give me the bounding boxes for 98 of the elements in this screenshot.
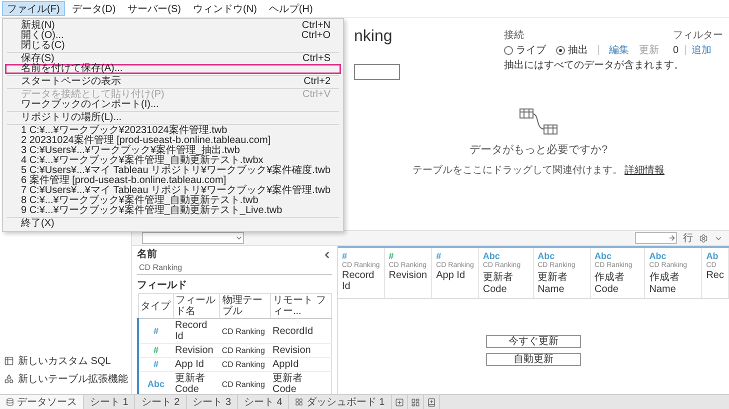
menu-item[interactable]: 4 C:¥...¥ワークブック¥案件管理_自動更新テスト.twbx (5, 156, 341, 166)
name-field[interactable]: CD Ranking (137, 262, 332, 275)
type-icon: # (388, 251, 428, 261)
menu-bar-item[interactable]: ウィンドウ(N) (188, 1, 262, 16)
connection-label: 接続 (504, 28, 525, 42)
fields-label: フィールド (137, 280, 188, 291)
menu-item[interactable]: 開く(O)... Ctrl+O (5, 31, 341, 41)
collapse-icon[interactable] (322, 250, 332, 260)
type-icon: # (436, 251, 474, 261)
table-cell: CD Ranking (220, 358, 270, 372)
rows-label: 行 (683, 232, 693, 245)
column-header[interactable]: タイプ (138, 294, 173, 318)
menu-item[interactable]: 閉じる(C) (5, 41, 341, 51)
column-header[interactable]: フィールド名 (173, 294, 220, 318)
canvas-heading: データがもっと必要ですか? (469, 142, 608, 157)
menu-item[interactable]: 保存(S) Ctrl+S (5, 54, 341, 64)
menu-bar-item[interactable]: ファイル(F) (2, 1, 65, 16)
column-header[interactable]: リモート フィー... (270, 294, 332, 318)
table-cell: CD Ranking (220, 344, 270, 358)
type-icon: Abc (482, 251, 529, 261)
menu-item[interactable]: 2 20231024案件管理 [prod-useast-b.online.tableau.com] (5, 136, 341, 146)
details-link[interactable]: 詳細情報 (624, 163, 664, 177)
datasource-title: nking (354, 28, 394, 46)
column-name: 更新者 Name (538, 270, 569, 295)
type-icon: Abc (649, 251, 698, 261)
menu-item[interactable]: 3 C:¥Users¥...¥ワークブック¥案件管理_抽出.twb (5, 146, 341, 156)
type-icon: Abc (594, 251, 640, 261)
filter-label: フィルター (673, 29, 723, 42)
type-icon: # (153, 359, 158, 369)
menu-bar-item[interactable]: データ(D) (66, 1, 121, 16)
radio-option[interactable]: 抽出 (556, 43, 588, 57)
menu-bar-item[interactable]: ヘルプ(H) (264, 1, 318, 16)
table-icon (4, 356, 14, 366)
table-cell: Revision (173, 344, 220, 358)
shortcut-text: Ctrl+S (302, 54, 331, 64)
table-cell: AppId (270, 358, 332, 372)
name-label: 名前 (137, 249, 157, 260)
shortcut-text: Ctrl+N (302, 21, 331, 31)
table-cell: CD Ranking (220, 318, 270, 344)
menu-item[interactable]: 終了(X) (5, 219, 341, 229)
type-icon: # (342, 251, 380, 261)
refresh-button[interactable]: 自動更新 (486, 353, 581, 366)
action-link[interactable]: 編集 (609, 43, 629, 57)
radio-icon[interactable] (556, 46, 565, 54)
shortcut-text: Ctrl+V (302, 90, 331, 100)
column-name: Record Id (342, 270, 376, 292)
type-icon: # (153, 345, 158, 355)
menu-bar-item[interactable]: サーバー(S) (122, 1, 186, 16)
column-name: Revision (388, 270, 428, 281)
filter-count: 0 (673, 44, 679, 56)
column-name: 作成者 Name (649, 270, 680, 295)
canvas-hint: テーブルをここにドラッグして関連付けます。 (412, 164, 622, 177)
dashboard-plus-icon (410, 398, 420, 406)
type-icon: Abc (538, 251, 586, 261)
column-name: App Id (436, 270, 466, 281)
sheet-tab[interactable]: データソース (0, 395, 84, 409)
menu-item[interactable]: 8 C:¥...¥ワークブック¥案件管理_自動更新テスト.twb (5, 196, 341, 206)
table-cell: RecordId (270, 318, 332, 344)
joined-tables-icon (518, 108, 558, 136)
menu-item[interactable]: 1 C:¥...¥ワークブック¥20231024案件管理.twb (5, 126, 341, 136)
column-name: 作成者 Code (594, 270, 626, 295)
arrow-icon (668, 234, 676, 242)
book-plus-icon (426, 398, 436, 406)
menu-item[interactable]: スタートページの表示 Ctrl+2 (5, 77, 341, 87)
rows-field[interactable] (635, 232, 677, 244)
menu-item[interactable]: 新規(N) Ctrl+N (5, 21, 341, 31)
radio-option[interactable]: ライブ (504, 43, 546, 57)
column-name: Rec (706, 270, 724, 281)
menu-item[interactable]: 7 C:¥Users¥...¥マイ Tableau リポジトリ¥ワークブック¥案件管理.twb (5, 186, 341, 196)
pane-link[interactable]: 新しいカスタム SQL (4, 354, 131, 368)
extract-note: 抽出にはすべてのデータが含まれます。 (504, 58, 685, 72)
dropdown[interactable] (142, 232, 244, 244)
menu-item[interactable]: 9 C:¥...¥ワークブック¥案件管理_自動更新テスト_Live.twb (5, 206, 341, 216)
column-header[interactable]: 物理テーブル (220, 294, 270, 318)
shortcut-text: Ctrl+O (301, 31, 331, 41)
grid-icon (295, 398, 304, 406)
type-icon: # (153, 326, 158, 336)
column-name: 更新者 Code (482, 270, 514, 295)
caret-icon (235, 234, 243, 242)
menu-item[interactable]: リポジトリの場所(L)... (5, 113, 341, 123)
shapes-icon (4, 374, 14, 384)
radio-icon[interactable] (504, 46, 513, 54)
type-icon: Abc (147, 378, 164, 388)
shortcut-text: Ctrl+2 (304, 77, 331, 87)
menu-item[interactable]: 名前を付けて保存(A)... (5, 64, 341, 74)
text-field[interactable] (354, 64, 400, 80)
add-link[interactable]: 追加 (692, 43, 712, 57)
database-icon (6, 398, 14, 406)
type-icon: Ab (706, 251, 724, 261)
table-cell: App Id (173, 358, 220, 372)
menu-item[interactable]: 5 C:¥Users¥...¥マイ Tableau リポジトリ¥ワークブック¥案件確度.twb (5, 166, 341, 176)
pane-link[interactable]: 新しいテーブル拡張機能 (4, 372, 131, 386)
table-cell: Revision (270, 344, 332, 358)
settings-icon[interactable] (699, 234, 708, 242)
square-plus-icon (394, 398, 404, 406)
refresh-button[interactable]: 今すぐ更新 (486, 335, 581, 348)
table-cell: Record Id (173, 318, 220, 344)
menu-item[interactable]: ワークブックのインポート(I)... (5, 100, 341, 110)
